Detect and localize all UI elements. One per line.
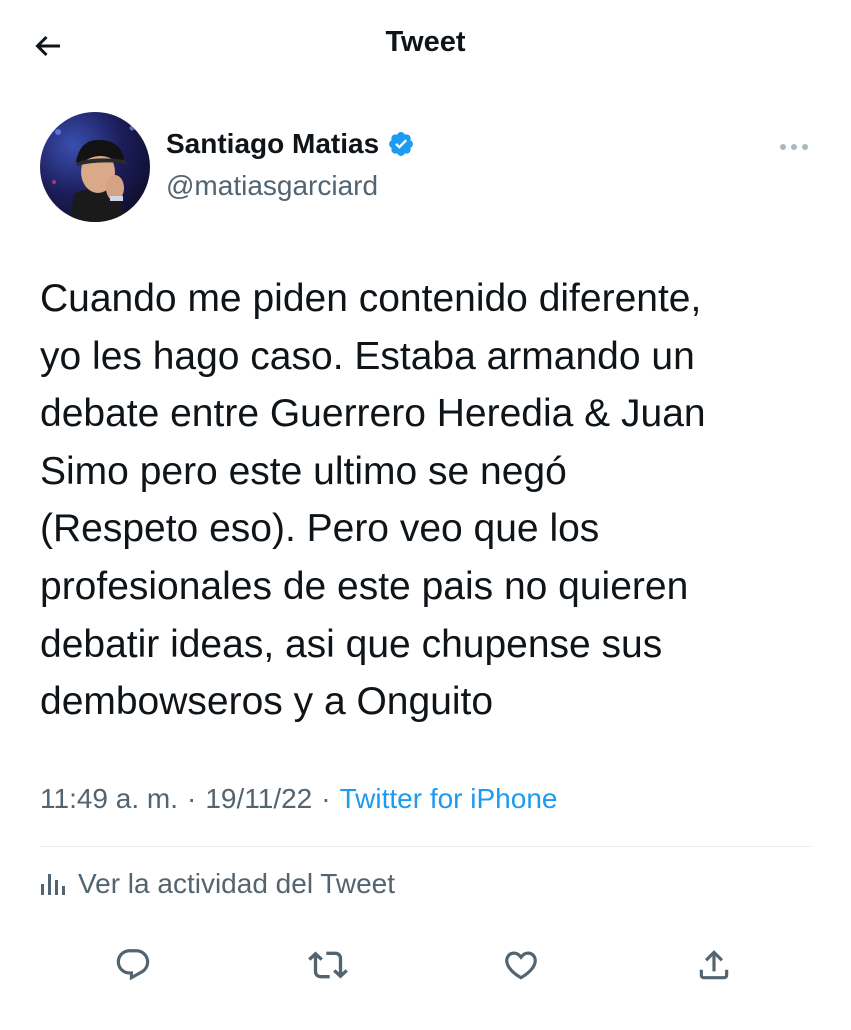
meta-separator: ·	[187, 783, 197, 814]
more-dots-icon	[779, 143, 809, 151]
tweet-source-link[interactable]: Twitter for iPhone	[340, 783, 558, 815]
like-button[interactable]	[499, 943, 543, 987]
verified-badge-icon	[387, 130, 415, 158]
retweet-button[interactable]	[306, 943, 350, 987]
bar-chart-icon	[40, 872, 66, 896]
share-icon	[695, 946, 733, 984]
tweet-activity-label: Ver la actividad del Tweet	[78, 868, 396, 899]
tweet-time[interactable]: 11:49 a. m.	[40, 783, 178, 815]
tweet-date[interactable]: 19/11/22	[205, 783, 312, 815]
reply-icon	[114, 946, 152, 984]
author-name[interactable]: Santiago Matias	[166, 128, 379, 160]
author-handle[interactable]: @matiasgarciard	[166, 170, 378, 202]
action-bar	[0, 935, 851, 995]
reply-button[interactable]	[111, 943, 155, 987]
meta-separator: ·	[321, 783, 331, 814]
avatar[interactable]	[40, 112, 150, 222]
heart-icon	[502, 946, 540, 984]
share-button[interactable]	[692, 943, 736, 987]
tweet-meta: 11:49 a. m. · 19/11/22 · Twitter for iPh…	[40, 783, 557, 815]
avatar-image	[40, 112, 150, 222]
tweet-text: Cuando me piden contenido diferente, yo …	[40, 277, 706, 724]
author-name-row[interactable]: Santiago Matias	[166, 128, 415, 160]
divider	[40, 846, 811, 847]
tweet-activity-link[interactable]: Ver la actividad del Tweet	[40, 868, 395, 900]
more-options-button[interactable]	[772, 132, 816, 162]
top-bar: Tweet	[0, 0, 851, 90]
retweet-icon	[308, 945, 348, 985]
page-title: Tweet	[385, 26, 466, 58]
